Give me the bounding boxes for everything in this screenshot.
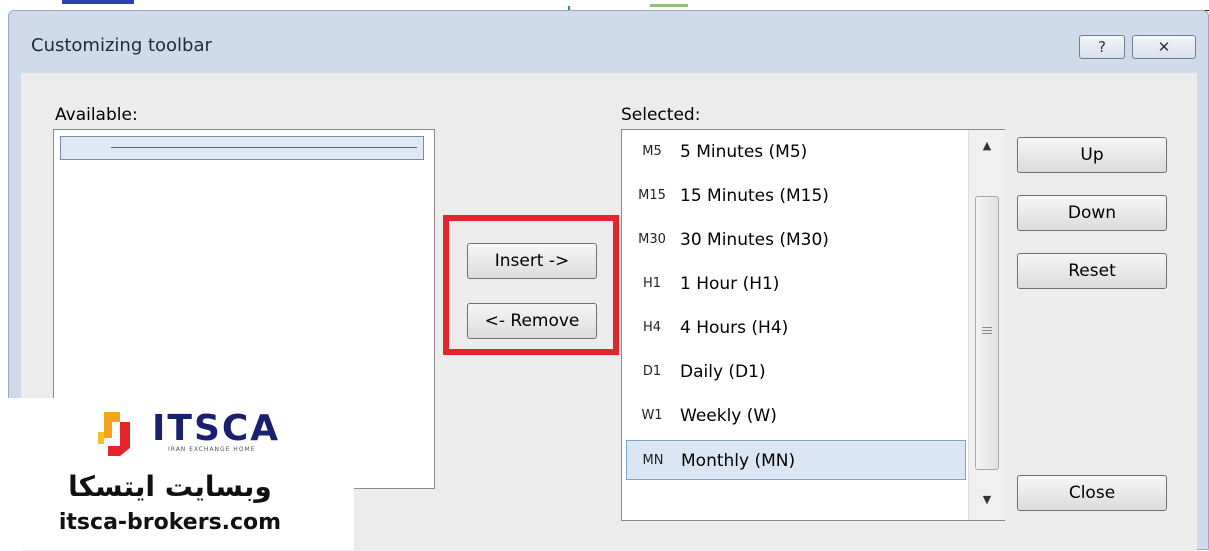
timeframe-icon: MN — [642, 453, 664, 468]
close-button[interactable]: Close — [1017, 475, 1167, 511]
up-button[interactable]: Up — [1017, 137, 1167, 173]
list-item[interactable]: D1 Daily (D1) — [626, 352, 966, 392]
site-url: itsca-brokers.com — [58, 510, 282, 535]
list-item-label: 5 Minutes (M5) — [680, 142, 808, 162]
timeframe-icon: M30 — [638, 232, 666, 247]
remove-button[interactable]: <- Remove — [467, 303, 597, 339]
available-label: Available: — [55, 105, 138, 125]
background-app-strip — [0, 0, 1209, 4]
list-item-label: 15 Minutes (M15) — [680, 186, 829, 206]
list-item[interactable]: M15 15 Minutes (M15) — [626, 176, 966, 216]
list-item-label: 4 Hours (H4) — [680, 318, 789, 338]
list-item-label: 30 Minutes (M30) — [680, 230, 829, 250]
insert-button[interactable]: Insert -> — [467, 243, 597, 279]
grip-icon — [982, 327, 992, 336]
list-item-label: Daily (D1) — [680, 362, 766, 382]
itsca-watermark: ITSCA IRAN EXCHANGE HOME وبسایت ایتسکا i… — [0, 398, 354, 550]
timeframe-icon: D1 — [642, 364, 662, 379]
timeframe-icon: H4 — [642, 320, 662, 335]
background-chart-mark — [650, 4, 688, 7]
reset-button[interactable]: Reset — [1017, 253, 1167, 289]
logo-tagline: IRAN EXCHANGE HOME — [168, 446, 256, 453]
list-item[interactable]: W1 Weekly (W) — [626, 396, 966, 436]
timeframe-icon: M15 — [638, 188, 666, 203]
timeframe-icon: M5 — [642, 144, 662, 159]
scroll-up-icon[interactable]: ▲ — [969, 130, 1005, 162]
dialog-titlebar[interactable]: Customizing toolbar ? ✕ — [9, 11, 1208, 73]
itsca-logo-icon — [98, 412, 130, 456]
logo-wordmark: ITSCA — [152, 408, 281, 449]
help-button[interactable]: ? — [1079, 35, 1125, 59]
list-item-label: Monthly (MN) — [681, 451, 796, 471]
down-button[interactable]: Down — [1017, 195, 1167, 231]
list-item-label: 1 Hour (H1) — [680, 274, 780, 294]
list-item[interactable]: H1 1 Hour (H1) — [626, 264, 966, 304]
list-item-selected[interactable]: MN Monthly (MN) — [626, 440, 966, 480]
site-name-fa: وبسایت ایتسکا — [68, 470, 272, 503]
list-item[interactable]: M5 5 Minutes (M5) — [626, 132, 966, 172]
selected-label: Selected: — [621, 105, 701, 125]
selected-list[interactable]: M5 5 Minutes (M5) M15 15 Minutes (M15) M… — [621, 129, 1005, 521]
list-item[interactable]: M30 30 Minutes (M30) — [626, 220, 966, 260]
scroll-down-icon[interactable]: ▼ — [969, 484, 1005, 516]
question-icon: ? — [1098, 38, 1106, 56]
vertical-scrollbar[interactable]: ▲ ▼ — [968, 130, 1005, 520]
dialog-close-button[interactable]: ✕ — [1132, 35, 1196, 59]
background-toolbar-mark — [62, 0, 134, 4]
list-item-label: Weekly (W) — [680, 406, 777, 426]
list-item[interactable]: H4 4 Hours (H4) — [626, 308, 966, 348]
close-icon: ✕ — [1157, 38, 1171, 56]
timeframe-icon: W1 — [641, 408, 663, 423]
dialog-title: Customizing toolbar — [31, 35, 212, 56]
scrollbar-thumb[interactable] — [975, 196, 999, 470]
separator-item[interactable] — [60, 136, 424, 160]
timeframe-icon: H1 — [642, 276, 662, 291]
